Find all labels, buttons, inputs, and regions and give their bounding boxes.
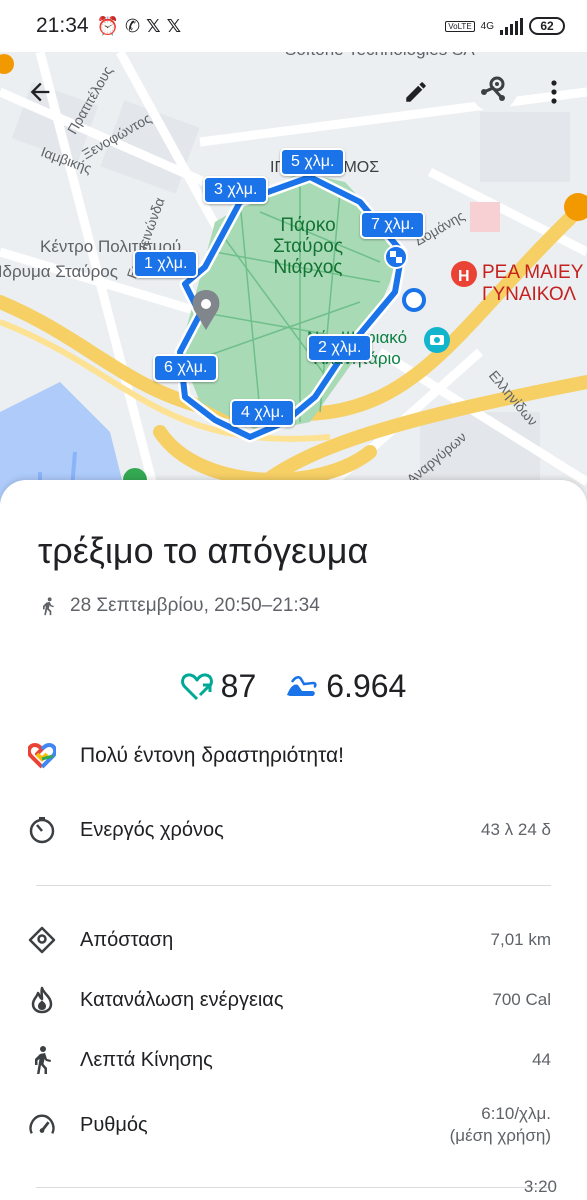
intensity-message: Πολύ έντονη δραστηριότητα! xyxy=(80,744,344,767)
heart-points-value: 87 xyxy=(220,668,257,704)
intensity-row: Πολύ έντονη δραστηριότητα! xyxy=(28,742,551,770)
alarm-icon: ⏰ xyxy=(96,15,119,36)
steps-icon xyxy=(287,675,317,696)
viber-icon: ✆ xyxy=(124,15,141,36)
steps-value: 6.964 xyxy=(326,668,407,704)
divider xyxy=(36,885,551,886)
volte-badge: VoLTE xyxy=(445,20,475,32)
divider xyxy=(36,1187,551,1188)
km-marker-1[interactable]: 1 χλμ. xyxy=(133,250,199,278)
energy-value: 700 Cal xyxy=(492,990,551,1009)
notification-icons: ⏰ ✆ 𝕏 𝕏 xyxy=(97,16,182,37)
speedometer-icon xyxy=(28,1111,56,1139)
map-label-idryma: Ίδρυμα Σταύρος xyxy=(0,262,118,281)
back-button[interactable] xyxy=(16,68,64,116)
move-minutes-row: Λεπτά Κίνησης 44 xyxy=(28,1046,551,1074)
walk-icon xyxy=(43,597,54,616)
google-fit-heart-icon xyxy=(28,742,56,770)
km-marker-6[interactable]: 6 χλμ. xyxy=(153,354,219,382)
more-options-button[interactable] xyxy=(530,68,578,116)
status-time: 21:34 xyxy=(36,14,89,37)
svg-text:H: H xyxy=(458,268,470,285)
map-label-park: Πάρκο Σταύρος Νιάρχος xyxy=(273,215,343,278)
energy-label: Κατανάλωση ενέργειας xyxy=(80,988,284,1011)
distance-pin-icon xyxy=(28,926,56,954)
activity-datetime-row: 28 Σεπτεμβρίου, 20:50–21:34 xyxy=(38,595,320,617)
km-marker-4[interactable]: 4 χλμ. xyxy=(230,399,296,427)
route-share-icon xyxy=(481,76,505,101)
move-minutes-value: 44 xyxy=(532,1050,551,1069)
km-marker-2[interactable]: 2 χλμ. xyxy=(307,334,373,362)
pencil-icon xyxy=(406,82,426,102)
route-share-button[interactable] xyxy=(470,64,518,112)
pace-note: (μέση χρήση) xyxy=(449,1126,551,1145)
pace-label: Ρυθμός xyxy=(80,1113,148,1136)
map-label-softone: Softone Technologies SA xyxy=(285,52,475,60)
active-time-value: 43 λ 24 δ xyxy=(481,820,551,839)
network-type: 4G xyxy=(480,20,494,32)
pace-value: 6:10/χλμ. xyxy=(481,1104,551,1123)
distance-row: Απόσταση 7,01 km xyxy=(28,926,551,954)
battery-icon: 62 xyxy=(529,17,565,35)
split-value: 3:20 xyxy=(523,1177,557,1196)
x-icon: 𝕏 xyxy=(166,15,182,36)
km-marker-7[interactable]: 7 χλμ. xyxy=(360,211,426,239)
distance-label: Απόσταση xyxy=(80,928,174,951)
km-marker-3[interactable]: 3 χλμ. xyxy=(203,176,269,204)
distance-value: 7,01 km xyxy=(490,930,551,949)
energy-row: Κατανάλωση ενέργειας 700 Cal xyxy=(28,986,551,1014)
summary-metrics: 87 6.964 xyxy=(0,668,587,705)
x-icon: 𝕏 xyxy=(146,15,161,36)
active-time-label: Ενεργός χρόνος xyxy=(80,818,224,841)
km-marker-5[interactable]: 5 χλμ. xyxy=(280,148,346,176)
heart-points-metric: 87 xyxy=(180,668,257,705)
active-time-row: Ενεργός χρόνος 43 λ 24 δ xyxy=(28,816,551,844)
more-vert-icon xyxy=(551,80,557,104)
heart-points-icon xyxy=(180,672,213,700)
signal-icon xyxy=(500,17,523,35)
move-minutes-label: Λεπτά Κίνησης xyxy=(80,1048,213,1071)
edit-button[interactable] xyxy=(392,68,440,116)
arrow-left-icon xyxy=(30,82,50,102)
pace-row: Ρυθμός 6:10/χλμ. (μέση χρήση) xyxy=(28,1103,551,1147)
steps-metric: 6.964 xyxy=(284,668,406,705)
status-bar: 21:34 ⏰ ✆ 𝕏 𝕏 VoLTE 4G 62 xyxy=(0,0,587,52)
pace-value-block: 6:10/χλμ. (μέση χρήση) xyxy=(450,1103,551,1147)
route-map[interactable]: H Softone Technologies SA Πρατιτέλους Ξε… xyxy=(0,52,587,512)
flame-icon xyxy=(28,986,56,1014)
activity-details-sheet[interactable]: τρέξιμο το απόγευμα 28 Σεπτεμβρίου, 20:5… xyxy=(0,480,587,1200)
timer-icon xyxy=(28,816,56,844)
activity-datetime: 28 Σεπτεμβρίου, 20:50–21:34 xyxy=(70,595,320,616)
walking-person-icon xyxy=(28,1046,56,1074)
activity-title[interactable]: τρέξιμο το απόγευμα xyxy=(38,530,368,572)
map-label-rea-hospital: ΡΕΑ ΜΑΙΕΥ ΓΥΝΑΙΚΟΛ xyxy=(482,262,584,305)
